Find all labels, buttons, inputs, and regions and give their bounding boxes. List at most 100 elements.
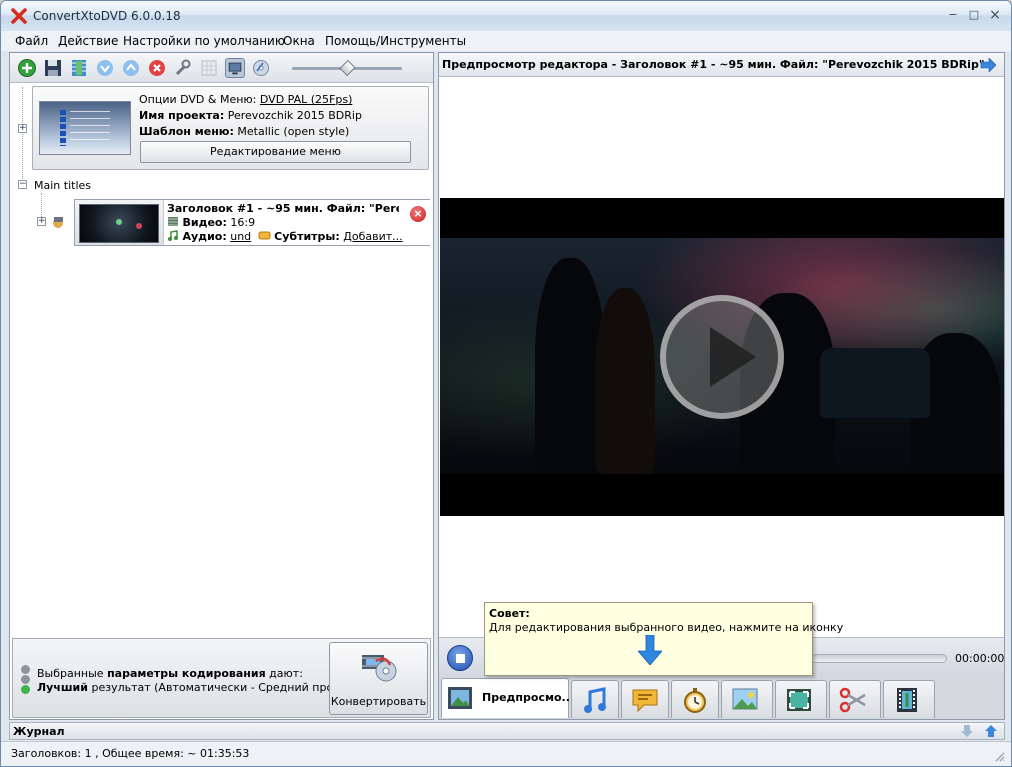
image-icon: [732, 688, 758, 710]
preview-title: Предпросмотр редактора - Заголовок #1 - …: [442, 58, 985, 71]
encoding-line-2: Лучший результат (Автоматически - Средни…: [37, 681, 357, 694]
title-thumbnail[interactable]: [79, 204, 159, 243]
film-icon[interactable]: [69, 58, 89, 78]
menu-template-value: Metallic (open style): [237, 125, 350, 138]
encoding-line-1-pre: Выбранные: [37, 667, 108, 680]
encoding-result: результат (Автоматически - Средний проек…: [87, 681, 358, 694]
project-toolbar: [10, 53, 433, 83]
tools-icon[interactable]: [173, 58, 193, 78]
move-down-icon[interactable]: [95, 58, 115, 78]
dvd-options-link[interactable]: DVD PAL (25Fps): [260, 93, 352, 106]
remove-title-button[interactable]: ×: [410, 206, 426, 222]
scene-car: [820, 348, 930, 418]
menu-help-tools[interactable]: Помощь/Инструменты: [325, 34, 466, 48]
preview-icon: [448, 687, 472, 709]
save-icon[interactable]: [43, 58, 63, 78]
scene-figure: [595, 288, 655, 474]
tab-chapters[interactable]: [671, 680, 719, 718]
subtitles-label: Субтитры:: [274, 230, 340, 243]
video-row: Видео: 16:9: [167, 216, 255, 229]
tab-audio[interactable]: [571, 680, 619, 718]
menu-file[interactable]: Файл: [15, 34, 48, 48]
film-strip-icon: [897, 688, 917, 712]
tab-preview-label: Предпросмо...: [482, 691, 575, 704]
tab-image[interactable]: [721, 680, 773, 718]
encoding-line-1-post: дают:: [265, 667, 303, 680]
zoom-slider-thumb[interactable]: [338, 59, 356, 77]
maximize-button[interactable]: □: [964, 7, 984, 24]
preview-header: Предпросмотр редактора - Заголовок #1 - …: [439, 53, 1004, 77]
audio-track-link[interactable]: und: [230, 230, 251, 243]
project-panel: + − + Опции DVD & Меню: DVD PAL (25Fps) …: [9, 52, 434, 720]
audio-icon: [168, 230, 178, 241]
resize-grip-icon[interactable]: [993, 750, 1005, 762]
journal-down-icon[interactable]: [960, 724, 974, 738]
disc-icon[interactable]: [251, 58, 271, 78]
collapse-titles-icon[interactable]: −: [18, 180, 27, 189]
subtitles-icon: [258, 231, 271, 240]
menu-defaults[interactable]: Настройки по умолчанию: [123, 34, 285, 48]
arrow-right-icon[interactable]: [980, 58, 996, 72]
playback-progress[interactable]: [811, 654, 947, 663]
tooltip-title: Совет:: [489, 607, 530, 620]
menu-preview-thumbnail[interactable]: [39, 101, 131, 155]
video-icon: [168, 217, 178, 226]
monitor-icon[interactable]: [225, 58, 245, 78]
add-subtitles-link[interactable]: Добавит...: [343, 230, 402, 243]
cut-icon: [839, 687, 866, 713]
crop-icon: [787, 689, 811, 711]
dvd-options-block: Опции DVD & Меню: DVD PAL (25Fps) Имя пр…: [32, 86, 429, 170]
tip-tooltip: Совет: Для редактирования выбранного вид…: [484, 602, 843, 676]
journal-up-icon[interactable]: [984, 724, 998, 738]
encoding-params-label: параметры кодирования: [107, 667, 266, 680]
subtitles-icon: [632, 689, 658, 713]
tab-film[interactable]: [883, 680, 935, 718]
convert-button-label: Конвертировать: [330, 695, 427, 708]
title-film-icon: [53, 217, 63, 228]
title-item[interactable]: Заголовок #1 - ~95 мин. Файл: "Perev... …: [74, 199, 430, 246]
tab-subtitles[interactable]: [621, 680, 669, 718]
video-label: Видео:: [182, 216, 227, 229]
quality-indicator-icon: [21, 665, 31, 695]
menu-action[interactable]: Действие: [58, 34, 118, 48]
tab-crop[interactable]: [775, 680, 827, 718]
move-up-icon[interactable]: [121, 58, 141, 78]
expand-dvd-icon[interactable]: +: [18, 124, 27, 133]
close-button[interactable]: ×: [985, 7, 1005, 24]
tooltip-body: Для редактирования выбранного видео, наж…: [489, 621, 844, 634]
minimize-button[interactable]: −: [943, 7, 963, 24]
expand-title-icon[interactable]: +: [37, 217, 46, 226]
editor-tabs: Предпросмо...: [439, 677, 1004, 719]
encoding-line-1: Выбранные параметры кодирования дают:: [37, 667, 303, 680]
tab-cut[interactable]: [829, 680, 881, 718]
main-titles-node[interactable]: Main titles: [34, 179, 91, 192]
app-window: ConvertXtoDVD 6.0.0.18 − □ × Файл Действ…: [0, 0, 1012, 767]
audio-subtitles-row: Аудио: und Субтитры: Добавит...: [167, 230, 403, 243]
title-info: Заголовок #1 - ~95 мин. Файл: "Perev... …: [163, 200, 430, 245]
journal-label: Журнал: [13, 725, 65, 738]
video-aspect: 16:9: [230, 216, 256, 229]
menu-template-label: Шаблон меню:: [139, 125, 234, 138]
menu-windows[interactable]: Окна: [283, 34, 315, 48]
convert-button[interactable]: Конвертировать: [329, 642, 428, 715]
tab-preview[interactable]: Предпросмо...: [441, 678, 574, 718]
status-bar: Заголовков: 1 , Общее время: ~ 01:35:53: [1, 741, 1011, 766]
menu-thumb-buttons: [60, 110, 66, 146]
dvd-options-row: Опции DVD & Меню: DVD PAL (25Fps): [139, 93, 352, 106]
title-bar[interactable]: ConvertXtoDVD 6.0.0.18 − □ ×: [1, 1, 1011, 31]
delete-icon[interactable]: [147, 58, 167, 78]
status-text: Заголовков: 1 , Общее время: ~ 01:35:53: [11, 747, 250, 760]
menu-thumb-lines: [70, 111, 110, 145]
play-icon[interactable]: [660, 295, 784, 419]
tree-connector: [22, 87, 23, 187]
encoding-quality: Лучший: [37, 681, 88, 694]
video-preview[interactable]: [440, 198, 1004, 516]
edit-menu-button[interactable]: Редактирование меню: [140, 141, 411, 163]
menu-template-row: Шаблон меню: Metallic (open style): [139, 125, 349, 138]
journal-bar[interactable]: Журнал: [9, 722, 1005, 740]
add-icon[interactable]: [17, 58, 37, 78]
project-name-label: Имя проекта:: [139, 109, 225, 122]
convert-icon: [362, 655, 397, 682]
grid-icon[interactable]: [199, 58, 219, 78]
stop-icon[interactable]: [447, 645, 473, 671]
